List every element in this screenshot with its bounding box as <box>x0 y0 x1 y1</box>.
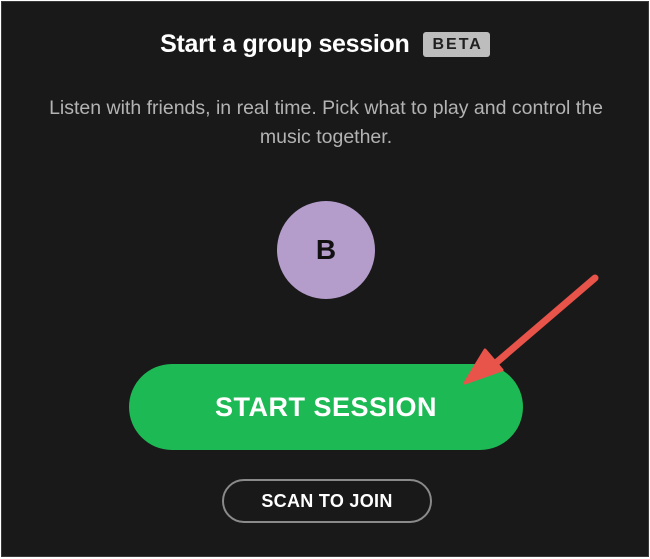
group-session-panel: Start a group session BETA Listen with f… <box>1 1 649 557</box>
start-session-button[interactable]: START SESSION <box>129 364 523 450</box>
header: Start a group session BETA <box>2 28 648 60</box>
avatar: B <box>277 201 375 299</box>
page-title: Start a group session <box>160 29 410 58</box>
session-description: Listen with friends, in real time. Pick … <box>49 97 603 148</box>
beta-badge: BETA <box>423 31 490 57</box>
scan-to-join-button[interactable]: SCAN TO JOIN <box>222 479 432 523</box>
